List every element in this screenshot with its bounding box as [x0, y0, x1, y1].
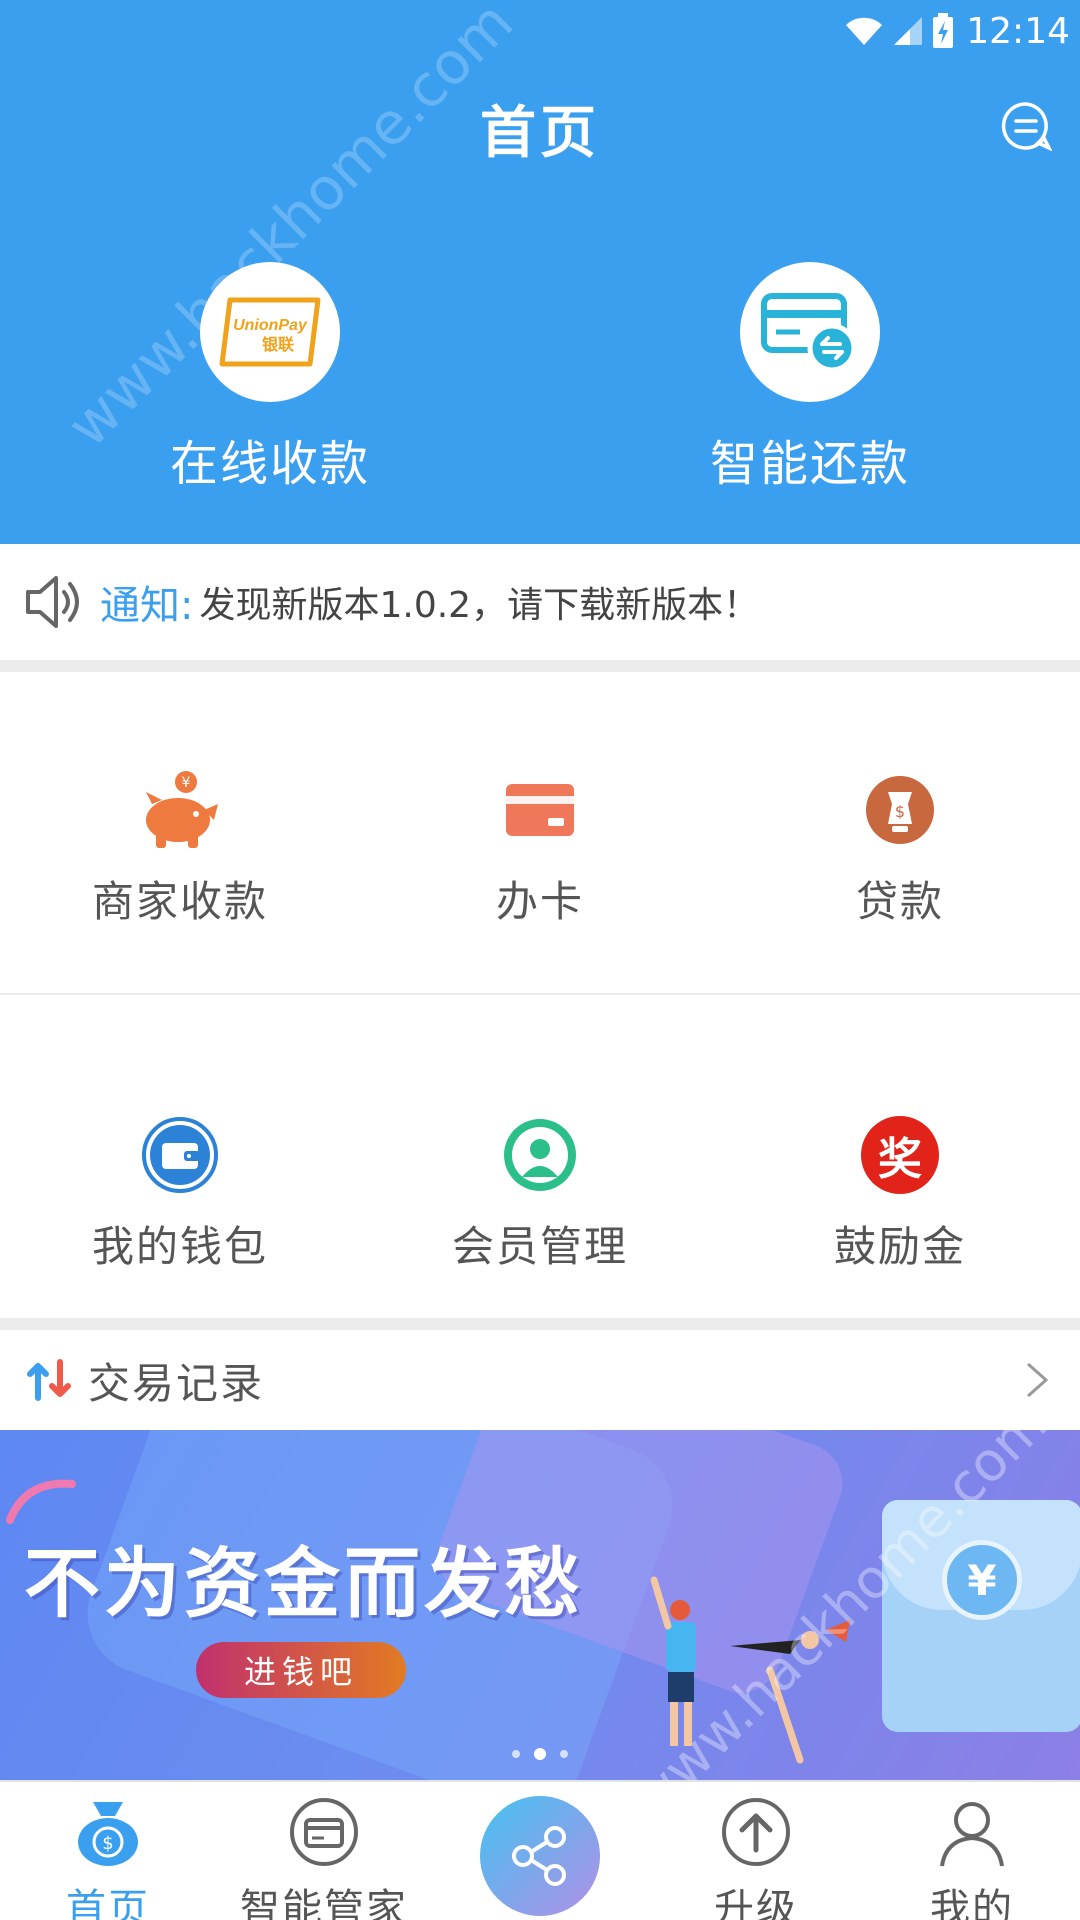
transaction-arrows-icon: [27, 1359, 71, 1401]
bottom-nav: $ 首页 智能管家 升级 我的: [0, 1780, 1080, 1920]
people-illustration: [650, 1576, 850, 1764]
carousel-dot[interactable]: [512, 1750, 520, 1758]
battery-charging-icon: [933, 13, 954, 48]
quick-action-label: 在线收款: [169, 436, 370, 492]
apply-card-button[interactable]: 办卡: [360, 672, 720, 993]
nav-mine[interactable]: 我的: [864, 1792, 1080, 1920]
merchant-collect-button[interactable]: ¥ 商家收款: [0, 672, 360, 993]
member-icon: [498, 1113, 582, 1197]
share-icon: [512, 1826, 566, 1886]
smart-repay-button[interactable]: 智能还款: [660, 262, 960, 494]
feature-grid: ¥ 商家收款 办卡 $ 贷款 我的钱包 会员管理 奖 鼓励金: [0, 672, 1080, 1318]
reward-badge: 奖: [861, 1116, 939, 1194]
notice-text: 发现新版本1.0.2，请下载新版本！: [199, 585, 760, 626]
grid-item-label: 贷款: [855, 877, 944, 926]
grid-item-label: 会员管理: [451, 1222, 628, 1271]
notice-label: 通知:: [100, 583, 194, 629]
header: www.hackhome.com 12:14 首页 UnionPay 银联 在线…: [0, 0, 1080, 544]
page-title: 首页: [480, 101, 600, 166]
notice-bar[interactable]: 通知: 发现新版本1.0.2，请下载新版本！: [0, 544, 1080, 660]
piggy-bank-icon: ¥: [138, 768, 222, 852]
wifi-icon: [846, 17, 883, 45]
banner-cta-button[interactable]: 进钱吧: [196, 1642, 406, 1698]
yuan-coin-icon: ¥: [942, 1540, 1022, 1620]
grid-row: ¥ 商家收款 办卡 $ 贷款: [0, 672, 1080, 995]
unionpay-icon: UnionPay 银联: [200, 262, 340, 402]
banner-title: 不为资金而发愁: [24, 1539, 584, 1628]
carousel-dots: [0, 1748, 1080, 1760]
wallet-icon: [138, 1113, 222, 1197]
status-bar: 12:14: [844, 6, 1070, 56]
loan-button[interactable]: $ 贷款: [720, 672, 1080, 993]
grid-row: 我的钱包 会员管理 奖 鼓励金: [0, 995, 1080, 1318]
speaker-icon: [26, 576, 79, 628]
user-icon: [932, 1792, 1012, 1872]
home-money-icon: $: [68, 1792, 148, 1872]
card-repay-icon: [740, 262, 880, 402]
grid-item-label: 鼓励金: [833, 1222, 966, 1271]
nav-label: 升级: [714, 1886, 798, 1920]
red-envelope-illustration: ¥: [882, 1500, 1080, 1732]
chevron-right-icon: [1027, 1362, 1049, 1398]
grid-item-label: 我的钱包: [91, 1222, 268, 1271]
transaction-records-label: 交易记录: [88, 1358, 265, 1408]
carousel-dot-active[interactable]: [534, 1748, 546, 1760]
unionpay-logo-subtext: 银联: [262, 335, 294, 354]
nav-share-button[interactable]: [480, 1796, 600, 1916]
message-icon: [1001, 102, 1053, 152]
member-manage-button[interactable]: 会员管理: [360, 995, 720, 1318]
carousel-dot[interactable]: [560, 1750, 568, 1758]
upgrade-icon: [716, 1792, 796, 1872]
loan-icon: $: [858, 768, 942, 852]
unionpay-logo-text: UnionPay: [233, 317, 308, 334]
my-wallet-button[interactable]: 我的钱包: [0, 995, 360, 1318]
svg-text:$: $: [102, 1833, 113, 1854]
nav-label: 智能管家: [240, 1886, 408, 1920]
svg-text:$: $: [895, 802, 905, 821]
transaction-records-row[interactable]: 交易记录: [0, 1330, 1080, 1430]
status-time: 12:14: [966, 10, 1070, 52]
signal-icon: [894, 17, 923, 45]
nav-home[interactable]: $ 首页: [0, 1792, 216, 1920]
nav-smart-manager[interactable]: 智能管家: [216, 1792, 432, 1920]
card-icon: [498, 768, 582, 852]
grid-item-label: 办卡: [495, 877, 584, 926]
reward-icon: 奖: [858, 1113, 942, 1197]
nav-upgrade[interactable]: 升级: [648, 1792, 864, 1920]
grid-item-label: 商家收款: [91, 877, 268, 926]
online-collect-button[interactable]: UnionPay 银联 在线收款: [120, 262, 420, 494]
card-manager-icon: [284, 1792, 364, 1872]
reward-button[interactable]: 奖 鼓励金: [720, 995, 1080, 1318]
message-button[interactable]: [1000, 100, 1053, 152]
ribbon-decoration: [6, 1479, 76, 1524]
svg-text:¥: ¥: [182, 775, 191, 791]
nav-label: 我的: [930, 1886, 1014, 1920]
nav-label: 首页: [66, 1886, 150, 1920]
quick-action-label: 智能还款: [709, 436, 910, 492]
promo-banner[interactable]: 不为资金而发愁 进钱吧 ¥ www.hackhome.com: [0, 1430, 1080, 1780]
